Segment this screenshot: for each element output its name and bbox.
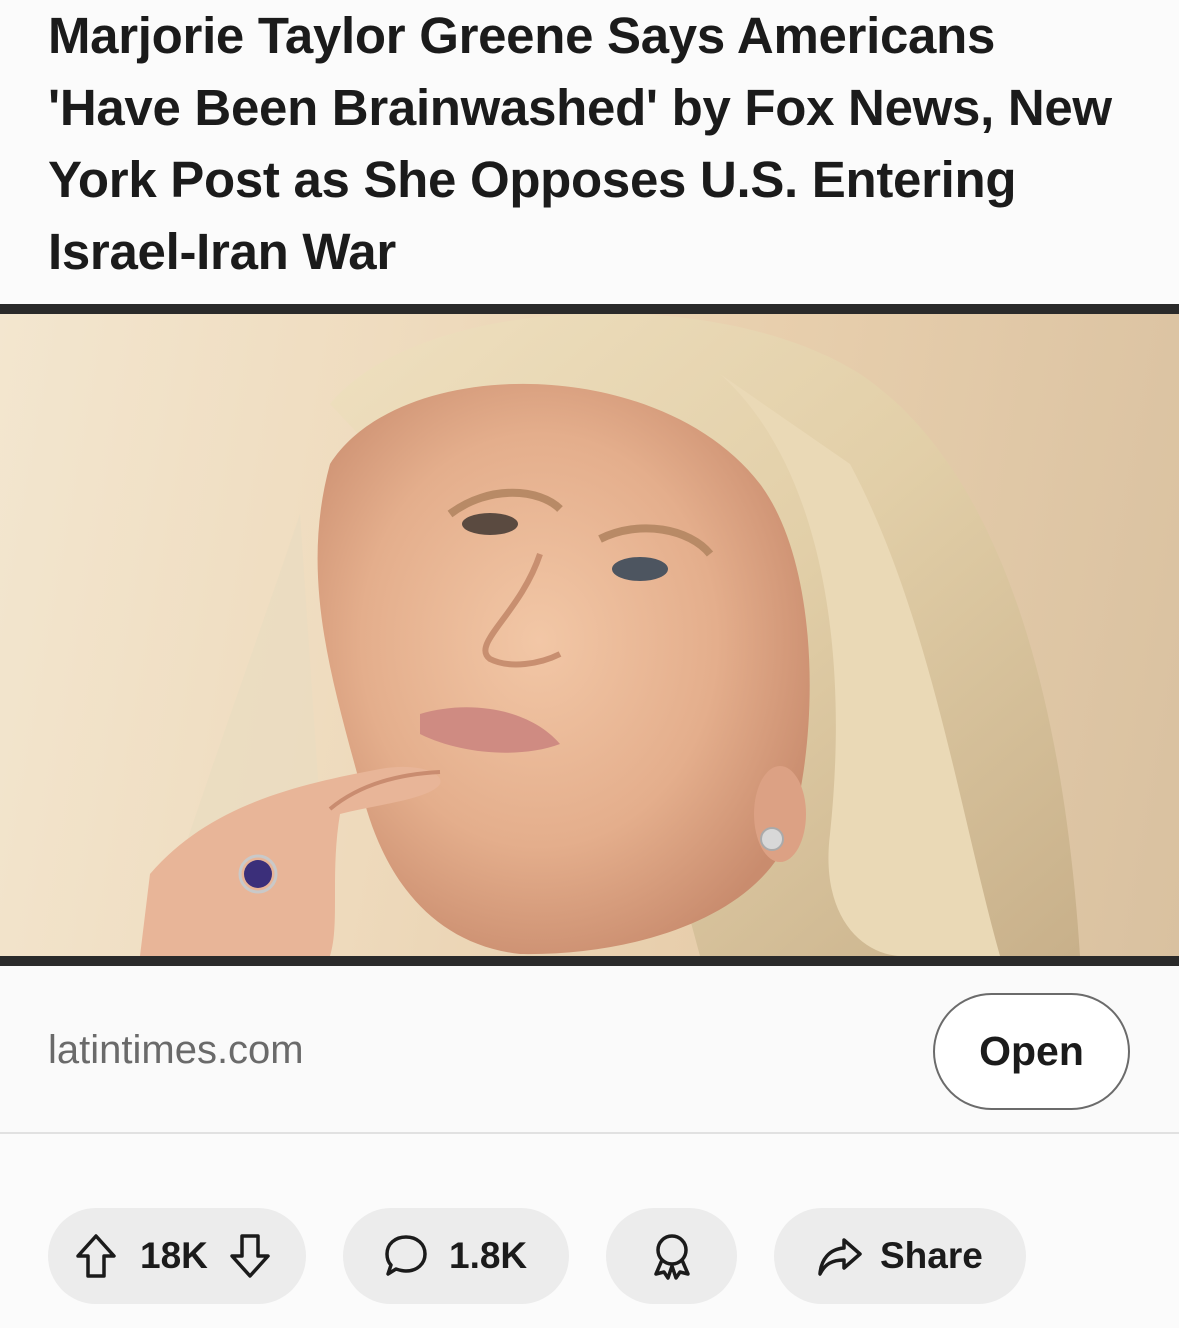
- post-view: Marjorie Taylor Greene Says Americans 'H…: [0, 0, 1179, 1328]
- post-image[interactable]: [0, 314, 1179, 956]
- portrait-illustration: [140, 314, 1080, 956]
- award-button[interactable]: [606, 1208, 737, 1304]
- post-image-frame[interactable]: [0, 304, 1179, 966]
- share-label: Share: [880, 1235, 983, 1276]
- vote-count: 18K: [140, 1235, 208, 1276]
- vote-pill: 18K: [48, 1208, 306, 1304]
- downvote-icon[interactable]: [228, 1232, 272, 1280]
- award-icon: [650, 1232, 694, 1280]
- share-icon: [816, 1234, 864, 1278]
- upvote-icon[interactable]: [74, 1232, 118, 1280]
- link-domain[interactable]: latintimes.com: [48, 1028, 304, 1073]
- comments-button[interactable]: 1.8K: [343, 1208, 569, 1304]
- share-button[interactable]: Share: [774, 1208, 1026, 1304]
- post-title[interactable]: Marjorie Taylor Greene Says Americans 'H…: [48, 0, 1138, 288]
- open-link-button[interactable]: Open: [933, 993, 1130, 1110]
- comment-icon: [383, 1233, 429, 1279]
- comment-count: 1.8K: [449, 1235, 528, 1276]
- post-action-bar: 18K 1.8K Share: [0, 1208, 1179, 1304]
